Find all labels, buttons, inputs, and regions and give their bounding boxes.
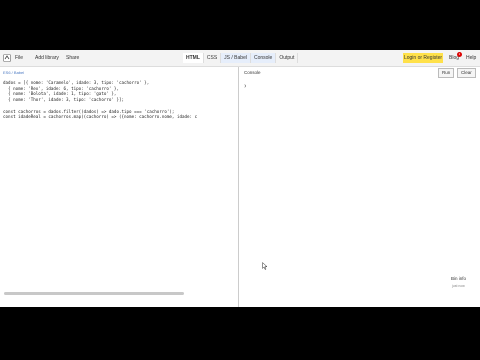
help-link[interactable]: Help [466,50,476,66]
bin-info-link[interactable]: Bin info [451,276,466,281]
code-area[interactable]: dados = [{ nome: 'Caramelo', idade: 3, t… [3,80,197,120]
tab-output[interactable]: Output [276,53,299,63]
jsbin-app: File Add library Share HTML CSS JS / Bab… [0,50,480,307]
bin-info-time: just now [452,284,465,288]
code-line[interactable]: const idadeReal = cachorros.map((cachorr… [3,114,197,120]
run-button[interactable]: Run [438,68,455,78]
mouse-cursor-icon [262,257,268,270]
file-menu[interactable]: File [15,50,23,66]
clear-button[interactable]: Clear [457,68,476,78]
login-button[interactable]: Login or Register [403,53,443,63]
console-prompt[interactable]: ❯ [244,83,246,88]
console-title: Console [244,70,261,75]
share-menu[interactable]: Share [66,50,79,66]
language-label[interactable]: ES6 / Babel [3,70,24,75]
console-panel: Console Run Clear ❯ Bin info just now [239,67,480,307]
tab-console[interactable]: Console [250,53,277,63]
notification-badge: 1 [457,52,462,57]
horizontal-scrollbar[interactable] [4,292,184,295]
top-toolbar: File Add library Share HTML CSS JS / Bab… [0,50,480,67]
add-library-menu[interactable]: Add library [35,50,59,66]
jsbin-logo-icon[interactable] [3,54,11,62]
tab-css[interactable]: CSS [204,53,222,63]
js-editor-panel[interactable]: ES6 / Babel dados = [{ nome: 'Caramelo',… [0,67,239,307]
tab-js[interactable]: JS / Babel [221,53,251,63]
panel-tabs: HTML CSS JS / Babel Console Output [183,53,299,63]
tab-html[interactable]: HTML [183,53,204,63]
